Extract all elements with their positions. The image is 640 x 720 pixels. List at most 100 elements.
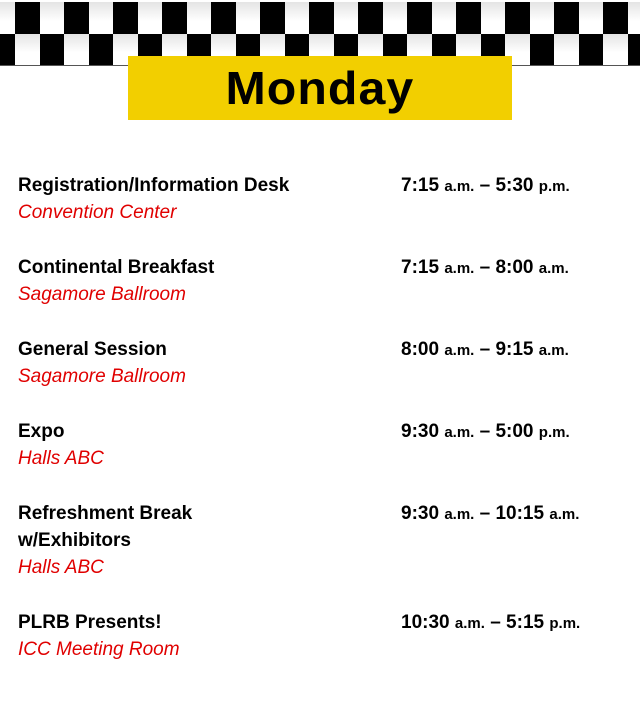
event-location: Halls ABC — [18, 448, 104, 469]
checker-square — [431, 2, 456, 34]
event-time: 8:00 a.m. – 9:15 a.m. — [401, 336, 569, 364]
checker-square — [358, 2, 383, 34]
checker-square — [88, 2, 113, 34]
start-time: 8:00 — [401, 339, 440, 360]
checker-square — [309, 2, 334, 34]
schedule-item: Continental Breakfast Sagamore Ballroom 7:… — [18, 254, 628, 309]
event-name: Expo — [18, 418, 388, 445]
end-time: 5:15 — [506, 612, 545, 633]
checker-square — [505, 2, 530, 34]
end-time: 5:30 — [495, 175, 534, 196]
event-location: ICC Meeting Room — [18, 639, 180, 660]
title-banner: Monday — [128, 56, 512, 120]
page-title: Monday — [225, 62, 415, 114]
schedule-item: PLRB Presents! ICC Meeting Room 10:30 a.m.… — [18, 609, 628, 664]
checker-square — [578, 33, 603, 65]
time-dash: – — [490, 612, 501, 633]
event-name-line: w/Exhibitors — [18, 530, 131, 551]
event-name: Refreshment Break w/Exhibitors — [18, 500, 388, 554]
event-location: Halls ABC — [18, 557, 104, 578]
start-suffix: a.m. — [444, 424, 475, 441]
schedule-item: Refreshment Break w/Exhibitors Halls ABC 9:… — [18, 500, 628, 582]
start-time: 7:15 — [401, 175, 440, 196]
checker-square — [529, 33, 554, 65]
end-suffix: a.m. — [538, 342, 569, 359]
checker-square — [603, 2, 628, 34]
checker-square — [554, 2, 579, 34]
time-dash: – — [479, 175, 491, 196]
checker-square — [235, 2, 260, 34]
schedule-item: Expo Halls ABC 9:30 a.m. – 5:00 p.m. — [18, 418, 628, 473]
event-time: 9:30 a.m. – 10:15 a.m. — [401, 500, 579, 528]
checker-square — [64, 33, 89, 65]
checker-square — [382, 2, 407, 34]
checker-square — [529, 2, 554, 34]
end-time: 8:00 — [495, 257, 534, 278]
start-suffix: a.m. — [444, 178, 475, 195]
start-time: 9:30 — [401, 421, 440, 442]
event-name-line: PLRB Presents! — [18, 612, 162, 633]
event-name-line: General Session — [18, 339, 167, 360]
schedule-item: Registration/Information Desk Convention … — [18, 172, 628, 227]
event-name: Continental Breakfast — [18, 254, 388, 281]
start-time: 9:30 — [401, 503, 440, 524]
time-dash: – — [479, 421, 491, 442]
time-dash: – — [479, 257, 491, 278]
checker-square — [88, 33, 113, 65]
checker-square — [627, 33, 640, 65]
event-name: Registration/Information Desk — [18, 172, 388, 199]
event-location: Sagamore Ballroom — [18, 284, 186, 305]
checker-square — [39, 33, 64, 65]
checker-square — [554, 33, 579, 65]
checker-square — [603, 33, 628, 65]
end-suffix: p.m. — [538, 424, 570, 441]
checker-square — [260, 2, 285, 34]
checker-square — [284, 2, 309, 34]
checker-square — [186, 2, 211, 34]
checker-square — [0, 33, 15, 65]
end-time: 9:15 — [495, 339, 534, 360]
start-suffix: a.m. — [444, 506, 475, 523]
end-time: 10:15 — [495, 503, 545, 524]
checker-square — [578, 2, 603, 34]
event-name-line: Continental Breakfast — [18, 257, 215, 278]
checker-square — [64, 2, 89, 34]
end-suffix: a.m. — [549, 506, 580, 523]
event-time: 9:30 a.m. – 5:00 p.m. — [401, 418, 570, 446]
event-location: Sagamore Ballroom — [18, 366, 186, 387]
checker-square — [137, 2, 162, 34]
start-suffix: a.m. — [454, 615, 485, 632]
event-name-line: Registration/Information Desk — [18, 175, 290, 196]
time-dash: – — [479, 339, 491, 360]
checker-square — [0, 2, 15, 34]
checker-square — [407, 2, 432, 34]
event-name: General Session — [18, 336, 388, 363]
checker-square — [480, 2, 505, 34]
schedule-item: General Session Sagamore Ballroom 8:00 a.m… — [18, 336, 628, 391]
end-suffix: a.m. — [538, 260, 569, 277]
checker-square — [39, 2, 64, 34]
start-suffix: a.m. — [444, 342, 475, 359]
event-time: 7:15 a.m. – 5:30 p.m. — [401, 172, 570, 200]
event-name-line: Expo — [18, 421, 65, 442]
start-time: 10:30 — [401, 612, 450, 633]
event-time: 7:15 a.m. – 8:00 a.m. — [401, 254, 569, 282]
checker-square — [456, 2, 481, 34]
checker-square — [15, 33, 40, 65]
end-suffix: p.m. — [549, 615, 581, 632]
end-suffix: p.m. — [538, 178, 570, 195]
event-name: PLRB Presents! — [18, 609, 388, 636]
checker-square — [113, 2, 138, 34]
checker-square — [162, 2, 187, 34]
event-name-line: Refreshment Break — [18, 503, 193, 524]
end-time: 5:00 — [495, 421, 534, 442]
start-time: 7:15 — [401, 257, 440, 278]
start-suffix: a.m. — [444, 260, 475, 277]
event-time: 10:30 a.m. – 5:15 p.m. — [401, 609, 580, 637]
checker-square — [15, 2, 40, 34]
time-dash: – — [479, 503, 491, 524]
event-location: Convention Center — [18, 202, 177, 223]
checker-square — [211, 2, 236, 34]
checker-square — [627, 2, 640, 34]
checker-square — [333, 2, 358, 34]
